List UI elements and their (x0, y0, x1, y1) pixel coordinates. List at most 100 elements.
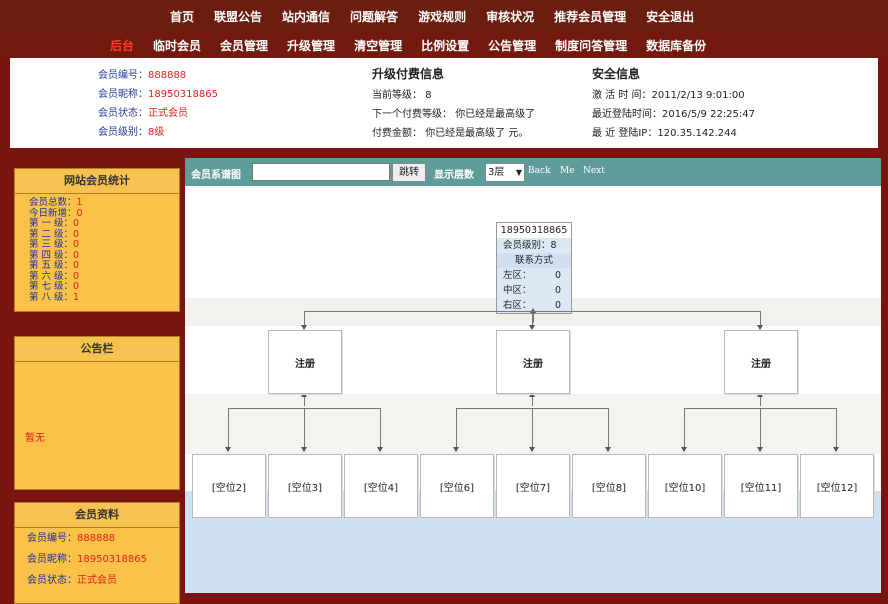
stat-value: 1 (76, 197, 83, 208)
stat-label: 第 四 级： (29, 249, 74, 261)
arrow-down-icon (225, 447, 231, 452)
profile-panel-title: 会员资料 (15, 503, 179, 528)
stat-value: 0 (73, 281, 80, 292)
top-nav-item[interactable]: 站内通信 (282, 8, 330, 25)
member-status-label: 会员状态： (98, 108, 148, 119)
stat-label: 会员总数： (29, 197, 77, 208)
upgrade-info: 升级付费信息 当前等级： 8 下一个付费等级： 你已经是最高级了 付费金额： 你… (372, 64, 535, 143)
member-id-label: 会员编号： (98, 70, 148, 81)
connector-line (228, 408, 229, 448)
sidebar: 网站会员统计 会员总数：1 今日新增：0 第 一 级：0 第 二 级：0 第 三 级：0… (14, 168, 180, 604)
admin-nav-item[interactable]: 升级管理 (287, 37, 335, 54)
root-level-row: 会员级别：8 (497, 238, 571, 253)
last-login-value: 2016/5/9 22:25:47 (662, 109, 756, 120)
connector-band (185, 394, 881, 454)
stat-label: 第 六 级： (29, 270, 74, 282)
arrow-down-icon (453, 447, 459, 452)
current-level-label: 当前等级： (372, 90, 422, 101)
admin-nav-item[interactable]: 会员管理 (220, 37, 268, 54)
root-mid-row: 中区： 0 (497, 283, 571, 298)
upgrade-info-title: 升级付费信息 (372, 67, 445, 81)
stat-value: 0 (73, 249, 80, 261)
connector-line (533, 313, 534, 323)
empty-slot-node[interactable]: [空位6] (420, 454, 494, 518)
jump-button[interactable]: 跳转 (392, 163, 426, 182)
root-mid-value: 0 (554, 285, 561, 296)
stat-label: 第 五 级： (29, 260, 74, 271)
fee-label: 付费金额： (372, 128, 422, 139)
stat-label: 第 七 级： (29, 281, 74, 292)
member-nick-label: 会员昵称： (98, 89, 148, 100)
root-left-label: 左区： (503, 270, 532, 281)
arrow-down-icon (757, 447, 763, 452)
admin-nav-item[interactable]: 公告管理 (488, 37, 536, 54)
layers-select[interactable]: 3层 ▼ (485, 163, 525, 182)
profile-panel: 会员资料 会员编号：888888 会员昵称：18950318865 会员状态：正式会… (14, 502, 180, 604)
top-nav-item[interactable]: 游戏规则 (418, 8, 466, 25)
last-ip-value: 120.35.142.244 (657, 128, 737, 139)
arrow-down-icon (605, 447, 611, 452)
empty-slot-node[interactable]: [空位4] (344, 454, 418, 518)
profile-value: 888888 (77, 533, 116, 544)
stat-value: 0 (73, 239, 80, 250)
layers-select-value: 3层 (488, 167, 505, 178)
arrow-down-icon (833, 447, 839, 452)
admin-nav-item[interactable]: 临时会员 (153, 37, 201, 54)
empty-slot-node[interactable]: [空位7] (496, 454, 570, 518)
top-nav-item[interactable]: 推荐会员管理 (554, 8, 626, 25)
register-node[interactable]: 注册 (496, 330, 570, 394)
profile-label: 会员昵称： (27, 554, 77, 565)
empty-slot-node[interactable]: [空位11] (724, 454, 798, 518)
genealogy-label: 会员系谱图 (191, 170, 241, 181)
top-nav-item[interactable]: 问题解答 (350, 8, 398, 25)
top-nav-item[interactable]: 安全退出 (646, 8, 694, 25)
root-member-node[interactable]: 18950318865 会员级别：8 联系方式 左区： 0 中区： 0 右区： 0 (496, 222, 572, 314)
next-level-label: 下一个付费等级： (372, 109, 452, 120)
empty-slot-node[interactable]: [空位3] (268, 454, 342, 518)
register-node[interactable]: 注册 (268, 330, 342, 394)
empty-slot-node[interactable]: [空位12] (800, 454, 874, 518)
connector-line (380, 408, 381, 448)
last-ip-label: 最 近 登陆IP： (592, 128, 658, 139)
empty-slot-node[interactable]: [空位2] (192, 454, 266, 518)
me-link[interactable]: Me (560, 166, 575, 176)
stat-value: 1 (73, 291, 80, 303)
profile-row: 会员状态：正式会员 (15, 570, 179, 591)
connector-line (456, 408, 457, 448)
admin-nav-item[interactable]: 制度问答管理 (555, 37, 627, 54)
empty-slot-node[interactable]: [空位8] (572, 454, 646, 518)
genealogy-toolbar: 会员系谱图 跳转 显示层数 3层 ▼ Back Me Next (185, 158, 881, 186)
root-member-id: 18950318865 (497, 223, 571, 238)
top-nav-item[interactable]: 首页 (170, 8, 194, 25)
member-level-value: 8级 (148, 127, 165, 138)
notice-panel: 公告栏 暂无 (14, 336, 180, 490)
top-nav: 首页 联盟公告 站内通信 问题解答 游戏规则 审核状况 推荐会员管理 安全退出 (0, 0, 888, 32)
connector-line (760, 311, 761, 325)
back-link[interactable]: Back (528, 166, 550, 176)
top-nav-item[interactable]: 联盟公告 (214, 8, 262, 25)
connector-line (532, 311, 533, 325)
admin-nav-item[interactable]: 清空管理 (354, 37, 402, 54)
security-info: 安全信息 激 活 时 间：2011/2/13 9:01:00 最近登陆时间：20… (592, 64, 755, 143)
notice-panel-title: 公告栏 (15, 337, 179, 362)
arrow-down-icon (377, 447, 383, 452)
top-nav-item[interactable]: 审核状况 (486, 8, 534, 25)
empty-slot-node[interactable]: [空位10] (648, 454, 722, 518)
member-id-value: 888888 (148, 70, 187, 81)
admin-nav-item[interactable]: 比例设置 (421, 37, 469, 54)
current-level-value: 8 (425, 90, 432, 101)
connector-line (608, 408, 609, 448)
activate-time-value: 2011/2/13 9:01:00 (651, 90, 745, 101)
activate-time-label: 激 活 时 间： (592, 90, 652, 101)
stat-value: 0 (76, 207, 83, 219)
member-search-input[interactable] (252, 163, 390, 181)
admin-nav-item[interactable]: 后台 (110, 37, 134, 54)
stat-value: 0 (73, 260, 80, 271)
register-node[interactable]: 注册 (724, 330, 798, 394)
admin-nav-item[interactable]: 数据库备份 (646, 37, 706, 54)
connector-line (532, 408, 533, 448)
layers-label: 显示层数 (434, 170, 474, 181)
next-link[interactable]: Next (583, 166, 605, 176)
security-info-title: 安全信息 (592, 67, 641, 81)
profile-list: 会员编号：888888 会员昵称：18950318865 会员状态：正式会员 (15, 528, 179, 591)
